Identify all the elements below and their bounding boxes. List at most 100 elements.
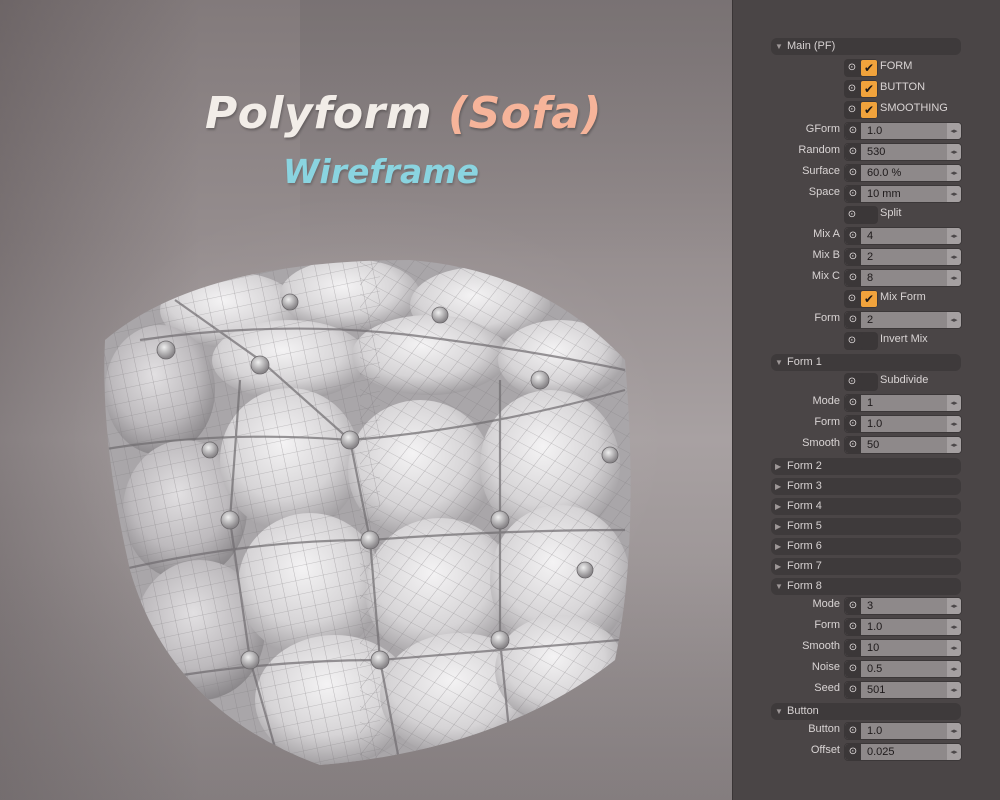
reset-icon[interactable]: ⊙ — [845, 144, 861, 160]
invertmix-checkbox[interactable]: ⊙ — [844, 332, 878, 350]
reset-icon[interactable]: ⊙ — [844, 59, 860, 77]
form-checkbox[interactable]: ⊙ ✔ — [844, 59, 878, 77]
f8-smooth-field[interactable]: ⊙ 10 ◂▸ — [844, 639, 962, 657]
f1-form-value[interactable]: 1.0 — [867, 416, 882, 432]
button-checkbox[interactable]: ⊙ ✔ — [844, 80, 878, 98]
reset-icon[interactable]: ⊙ — [845, 682, 861, 698]
reset-icon[interactable]: ⊙ — [845, 249, 861, 265]
f8-mode-field[interactable]: ⊙ 3 ◂▸ — [844, 597, 962, 615]
checkmark-icon[interactable]: ✔ — [861, 102, 877, 118]
split-checkbox[interactable]: ⊙ — [844, 206, 878, 224]
render-viewport[interactable]: Polyform (Sofa) Wireframe — [0, 0, 732, 800]
spin-arrows-icon[interactable]: ◂▸ — [947, 249, 961, 265]
f8-seed-field[interactable]: ⊙ 501 ◂▸ — [844, 681, 962, 699]
mixa-value[interactable]: 4 — [867, 228, 873, 244]
checkbox-empty-icon[interactable] — [861, 374, 877, 390]
random-value[interactable]: 530 — [867, 144, 885, 160]
space-value[interactable]: 10 mm — [867, 186, 901, 202]
f1-mode-value[interactable]: 1 — [867, 395, 873, 411]
reset-icon[interactable]: ⊙ — [844, 332, 860, 350]
reset-icon[interactable]: ⊙ — [844, 80, 860, 98]
spin-arrows-icon[interactable]: ◂▸ — [947, 619, 961, 635]
section-main[interactable]: ▼ Main (PF) — [771, 38, 961, 55]
spin-arrows-icon[interactable]: ◂▸ — [947, 416, 961, 432]
section-form-6[interactable]: ▶ Form 6 — [771, 538, 961, 555]
btn-button-field[interactable]: ⊙ 1.0 ◂▸ — [844, 722, 962, 740]
spin-arrows-icon[interactable]: ◂▸ — [947, 598, 961, 614]
reset-icon[interactable]: ⊙ — [845, 661, 861, 677]
checkbox-empty-icon[interactable] — [861, 333, 877, 349]
section-form-8[interactable]: ▼ Form 8 — [771, 578, 961, 595]
btn-offset-field[interactable]: ⊙ 0.025 ◂▸ — [844, 743, 962, 761]
spin-arrows-icon[interactable]: ◂▸ — [947, 270, 961, 286]
reset-icon[interactable]: ⊙ — [845, 270, 861, 286]
f1-smooth-value[interactable]: 50 — [867, 437, 879, 453]
reset-icon[interactable]: ⊙ — [844, 206, 860, 224]
reset-icon[interactable]: ⊙ — [845, 598, 861, 614]
mixc-value[interactable]: 8 — [867, 270, 873, 286]
spin-arrows-icon[interactable]: ◂▸ — [947, 640, 961, 656]
section-form-3[interactable]: ▶ Form 3 — [771, 478, 961, 495]
f8-seed-value[interactable]: 501 — [867, 682, 885, 698]
form-field[interactable]: ⊙ 2 ◂▸ — [844, 311, 962, 329]
spin-arrows-icon[interactable]: ◂▸ — [947, 723, 961, 739]
mixa-field[interactable]: ⊙ 4 ◂▸ — [844, 227, 962, 245]
btn-offset-value[interactable]: 0.025 — [867, 744, 895, 760]
spin-arrows-icon[interactable]: ◂▸ — [947, 228, 961, 244]
spin-arrows-icon[interactable]: ◂▸ — [947, 144, 961, 160]
f8-smooth-value[interactable]: 10 — [867, 640, 879, 656]
spin-arrows-icon[interactable]: ◂▸ — [947, 682, 961, 698]
f8-noise-field[interactable]: ⊙ 0.5 ◂▸ — [844, 660, 962, 678]
spin-arrows-icon[interactable]: ◂▸ — [947, 437, 961, 453]
f1-mode-field[interactable]: ⊙ 1 ◂▸ — [844, 394, 962, 412]
random-field[interactable]: ⊙ 530 ◂▸ — [844, 143, 962, 161]
section-form-1[interactable]: ▼ Form 1 — [771, 354, 961, 371]
reset-icon[interactable]: ⊙ — [845, 416, 861, 432]
reset-icon[interactable]: ⊙ — [845, 640, 861, 656]
reset-icon[interactable]: ⊙ — [844, 373, 860, 391]
reset-icon[interactable]: ⊙ — [845, 437, 861, 453]
checkmark-icon[interactable]: ✔ — [861, 81, 877, 97]
f8-mode-value[interactable]: 3 — [867, 598, 873, 614]
reset-icon[interactable]: ⊙ — [845, 723, 861, 739]
mixform-checkbox[interactable]: ⊙ ✔ — [844, 290, 878, 308]
form-value[interactable]: 2 — [867, 312, 873, 328]
section-form-2[interactable]: ▶ Form 2 — [771, 458, 961, 475]
gform-value[interactable]: 1.0 — [867, 123, 882, 139]
section-form-7[interactable]: ▶ Form 7 — [771, 558, 961, 575]
reset-icon[interactable]: ⊙ — [845, 123, 861, 139]
checkmark-icon[interactable]: ✔ — [861, 60, 877, 76]
f8-form-value[interactable]: 1.0 — [867, 619, 882, 635]
mixc-field[interactable]: ⊙ 8 ◂▸ — [844, 269, 962, 287]
f1-form-field[interactable]: ⊙ 1.0 ◂▸ — [844, 415, 962, 433]
spin-arrows-icon[interactable]: ◂▸ — [947, 165, 961, 181]
reset-icon[interactable]: ⊙ — [844, 290, 860, 308]
spin-arrows-icon[interactable]: ◂▸ — [947, 661, 961, 677]
surface-value[interactable]: 60.0 % — [867, 165, 901, 181]
reset-icon[interactable]: ⊙ — [845, 619, 861, 635]
spin-arrows-icon[interactable]: ◂▸ — [947, 312, 961, 328]
space-field[interactable]: ⊙ 10 mm ◂▸ — [844, 185, 962, 203]
f8-noise-value[interactable]: 0.5 — [867, 661, 882, 677]
reset-icon[interactable]: ⊙ — [844, 101, 860, 119]
f8-form-field[interactable]: ⊙ 1.0 ◂▸ — [844, 618, 962, 636]
section-button[interactable]: ▼ Button — [771, 703, 961, 720]
checkmark-icon[interactable]: ✔ — [861, 291, 877, 307]
reset-icon[interactable]: ⊙ — [845, 312, 861, 328]
spin-arrows-icon[interactable]: ◂▸ — [947, 186, 961, 202]
reset-icon[interactable]: ⊙ — [845, 165, 861, 181]
section-form-5[interactable]: ▶ Form 5 — [771, 518, 961, 535]
smoothing-checkbox[interactable]: ⊙ ✔ — [844, 101, 878, 119]
reset-icon[interactable]: ⊙ — [845, 186, 861, 202]
spin-arrows-icon[interactable]: ◂▸ — [947, 395, 961, 411]
mixb-value[interactable]: 2 — [867, 249, 873, 265]
reset-icon[interactable]: ⊙ — [845, 395, 861, 411]
section-form-4[interactable]: ▶ Form 4 — [771, 498, 961, 515]
mixb-field[interactable]: ⊙ 2 ◂▸ — [844, 248, 962, 266]
f1-smooth-field[interactable]: ⊙ 50 ◂▸ — [844, 436, 962, 454]
checkbox-empty-icon[interactable] — [861, 207, 877, 223]
spin-arrows-icon[interactable]: ◂▸ — [947, 123, 961, 139]
subdivide-checkbox[interactable]: ⊙ — [844, 373, 878, 391]
spin-arrows-icon[interactable]: ◂▸ — [947, 744, 961, 760]
reset-icon[interactable]: ⊙ — [845, 228, 861, 244]
